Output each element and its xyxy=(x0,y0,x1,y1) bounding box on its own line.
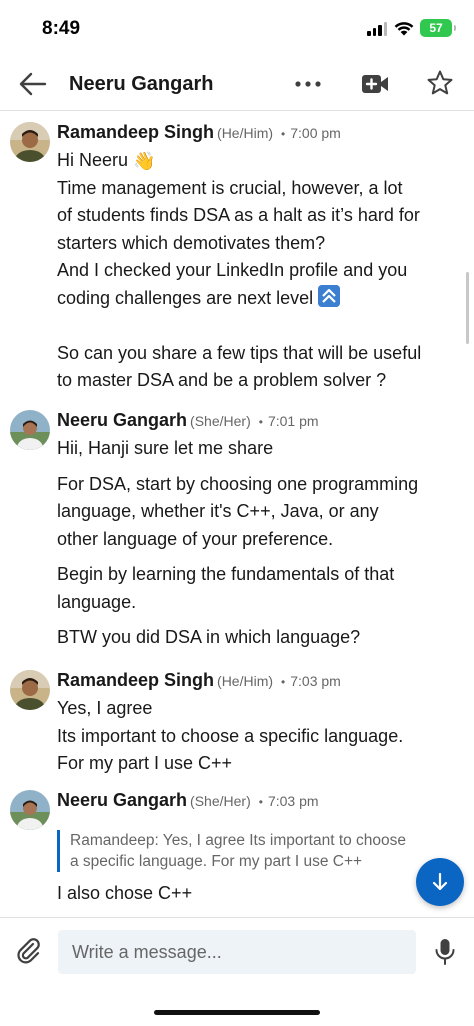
quote-line: a specific language. For my part I use C… xyxy=(70,853,363,870)
quote-line: Ramandeep: Yes, I agree Its important to… xyxy=(70,832,407,849)
message-list[interactable]: Ramandeep Singh (He/Him) • 7:00 pm Hi Neeru… xyxy=(0,112,474,917)
message-line: For DSA, start by choosing one programmi… xyxy=(57,473,419,494)
separator-dot: • xyxy=(281,127,286,141)
separator-dot: • xyxy=(258,795,263,809)
avatar[interactable] xyxy=(10,670,50,710)
message-time: 7:03 pm xyxy=(290,673,341,689)
message-time: 7:01 pm xyxy=(267,413,319,429)
message-body: Yes, I agree Its important to choose a s… xyxy=(57,695,457,778)
message-line: starters which demotivates them? xyxy=(57,232,326,253)
more-icon[interactable] xyxy=(294,80,322,88)
message-header: Neeru Gangarh (She/Her) • 7:03 pm xyxy=(57,790,319,811)
message-line: Time management is crucial, however, a l… xyxy=(57,177,403,198)
message-line: language, whether it's C++, Java, or any xyxy=(57,501,379,521)
message-header: Ramandeep Singh (He/Him) • 7:00 pm xyxy=(57,122,341,143)
message-line: coding challenges are next level xyxy=(57,287,314,308)
video-call-icon[interactable] xyxy=(361,72,389,96)
message-line: I also chose C++ xyxy=(57,883,193,903)
conversation-title[interactable]: Neeru Gangarh xyxy=(69,73,213,96)
quoted-message[interactable]: Ramandeep: Yes, I agree Its important to… xyxy=(57,830,457,872)
home-indicator[interactable] xyxy=(154,1010,320,1015)
message-line: language. xyxy=(57,591,137,612)
paperclip-icon[interactable] xyxy=(14,936,44,966)
sender-name[interactable]: Neeru Gangarh xyxy=(57,790,187,810)
message-time: 7:03 pm xyxy=(267,793,319,809)
message-line: of students finds DSA as a halt as it’s … xyxy=(57,205,420,225)
waving-hand-icon: 👋 xyxy=(133,151,156,172)
message-composer xyxy=(0,917,474,987)
message-line: Yes, I agree xyxy=(57,698,153,718)
status-bar: 8:49 57 xyxy=(0,0,474,56)
message-line: And I checked your LinkedIn profile and … xyxy=(57,260,408,280)
star-icon[interactable] xyxy=(426,69,454,97)
cellular-signal-icon xyxy=(367,22,387,36)
message-line: Its important to choose a specific langu… xyxy=(57,725,404,746)
sender-name[interactable]: Neeru Gangarh xyxy=(57,410,187,430)
sender-pronoun: (She/Her) xyxy=(190,793,251,809)
avatar[interactable] xyxy=(10,410,50,450)
sender-pronoun: (He/Him) xyxy=(217,125,274,141)
message-line: Hii, Hanji sure let me share xyxy=(57,438,274,458)
wifi-icon xyxy=(394,22,414,36)
up-arrows-emoji-icon xyxy=(318,284,341,307)
avatar[interactable] xyxy=(10,122,50,162)
separator-dot: • xyxy=(258,415,263,429)
message-line: So can you share a few tips that will be… xyxy=(57,342,422,363)
arrow-left-icon[interactable] xyxy=(18,70,48,98)
message-time: 7:00 pm xyxy=(290,125,341,141)
message-line: Begin by learning the fundamentals of th… xyxy=(57,564,395,584)
message-line: For my part I use C++ xyxy=(57,753,233,773)
separator-dot: • xyxy=(281,675,286,689)
sender-name[interactable]: Ramandeep Singh xyxy=(57,122,214,142)
battery-icon: 57 xyxy=(420,19,456,37)
message-header: Ramandeep Singh (He/Him) • 7:03 pm xyxy=(57,670,341,691)
message-line: other language of your preference. xyxy=(57,528,334,549)
message-line: BTW you did DSA in which language? xyxy=(57,627,361,647)
message-body: Hii, Hanji sure let me share For DSA, st… xyxy=(57,435,457,652)
scrollbar[interactable] xyxy=(466,272,469,344)
conversation-header: Neeru Gangarh xyxy=(0,56,474,111)
message-body: I also chose C++ xyxy=(57,880,457,908)
message-body: Hi Neeru 👋 Time management is crucial, h… xyxy=(57,147,457,395)
message-header: Neeru Gangarh (She/Her) • 7:01 pm xyxy=(57,410,319,431)
avatar[interactable] xyxy=(10,790,50,830)
message-input[interactable] xyxy=(58,930,416,974)
sender-pronoun: (He/Him) xyxy=(217,673,274,689)
sender-name[interactable]: Ramandeep Singh xyxy=(57,670,214,690)
message-line: to master DSA and be a problem solver ? xyxy=(57,370,387,390)
arrow-down-icon xyxy=(432,872,448,891)
microphone-icon[interactable] xyxy=(433,937,457,967)
status-time: 8:49 xyxy=(42,18,81,39)
scroll-to-bottom-button[interactable] xyxy=(416,858,464,906)
message-line: Hi Neeru xyxy=(57,150,129,170)
sender-pronoun: (She/Her) xyxy=(190,413,251,429)
